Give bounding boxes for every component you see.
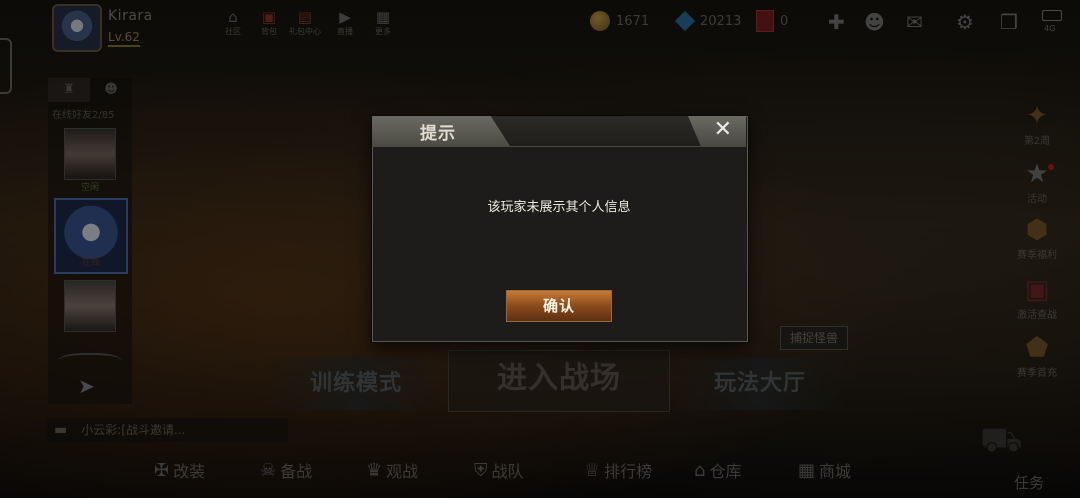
close-icon: ✕ [713, 117, 732, 142]
dialog-header: 提示 ✕ [372, 116, 746, 147]
dialog-title: 提示 [420, 124, 456, 144]
confirm-button[interactable]: 确认 [506, 290, 612, 322]
close-button[interactable]: ✕ [688, 116, 746, 146]
info-dialog: 提示 ✕ 该玩家未展示其个人信息 确认 [372, 116, 748, 342]
dialog-message: 该玩家未展示其个人信息 [487, 200, 631, 215]
